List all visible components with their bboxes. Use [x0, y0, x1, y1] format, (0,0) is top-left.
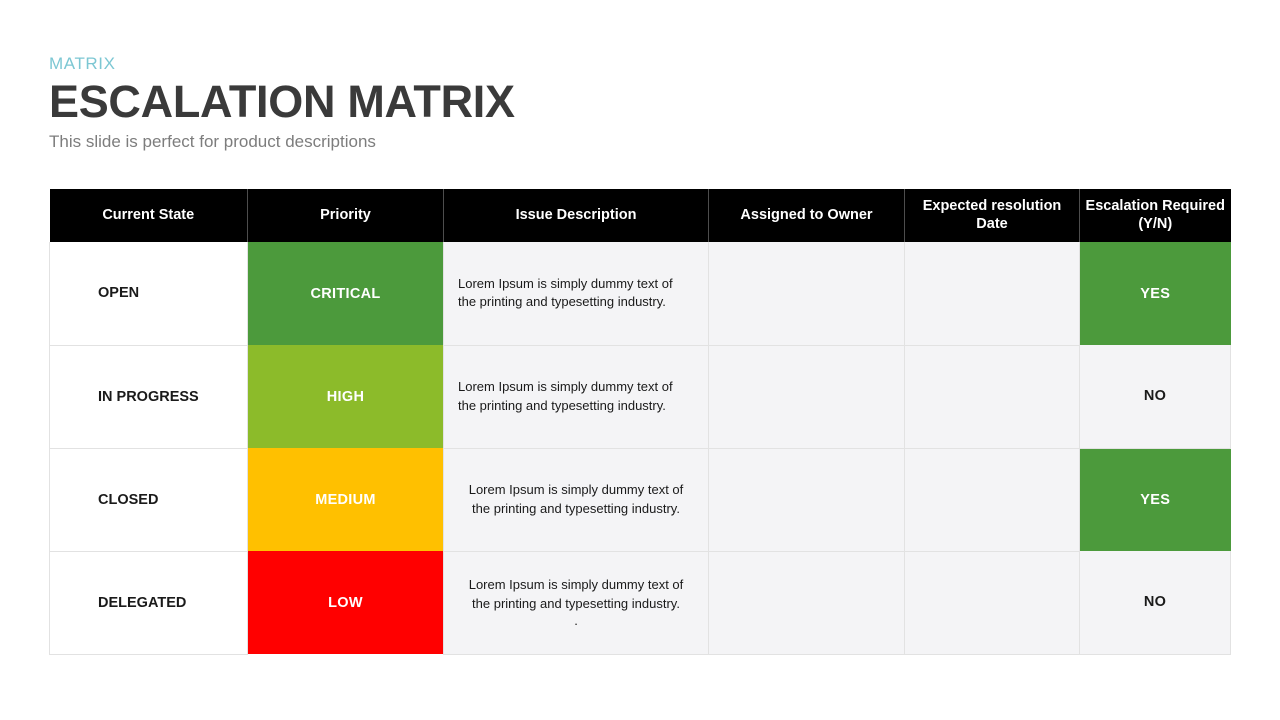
column-header-assigned-to-owner: Assigned to Owner — [708, 189, 905, 242]
cell-escalation-required: YES — [1079, 448, 1231, 551]
cell-issue-description: Lorem Ipsum is simply dummy text of the … — [443, 345, 709, 449]
cell-current-state: CLOSED — [49, 448, 248, 552]
page-title: ESCALATION MATRIX — [49, 76, 515, 128]
table-row: IN PROGRESS HIGH Lorem Ipsum is simply dum… — [49, 345, 1231, 449]
issue-description-text: Lorem Ipsum is simply dummy text of the … — [468, 577, 684, 611]
column-header-issue-description: Issue Description — [443, 189, 709, 242]
table-row: CLOSED MEDIUM Lorem Ipsum is simply dummy … — [49, 448, 1231, 552]
table-header: Current State Priority Issue Description… — [49, 189, 1231, 242]
column-header-expected-resolution-date: Expected resolution Date — [904, 189, 1080, 242]
table-row: OPEN CRITICAL Lorem Ipsum is simply dummy … — [49, 242, 1231, 346]
cell-issue-description: Lorem Ipsum is simply dummy text of the … — [443, 448, 709, 552]
issue-description-text: Lorem Ipsum is simply dummy text of the … — [458, 379, 673, 413]
slide: MATRIX ESCALATION MATRIX This slide is p… — [0, 0, 1280, 720]
table-body: OPEN CRITICAL Lorem Ipsum is simply dummy … — [49, 242, 1231, 655]
cell-priority-badge: HIGH — [247, 345, 444, 448]
issue-description-trailing-mark: . — [574, 612, 578, 628]
cell-escalation-required: NO — [1079, 551, 1231, 655]
page-subtitle: This slide is perfect for product descri… — [49, 131, 376, 151]
table-header-row: Current State Priority Issue Description… — [49, 189, 1231, 242]
cell-assigned-to-owner[interactable] — [708, 551, 905, 655]
issue-description-text: Lorem Ipsum is simply dummy text of the … — [458, 275, 673, 310]
cell-escalation-required: NO — [1079, 345, 1231, 449]
cell-priority-badge: MEDIUM — [247, 448, 444, 551]
cell-escalation-required: YES — [1079, 242, 1231, 345]
issue-description-text: Lorem Ipsum is simply dummy text of the … — [468, 482, 684, 516]
cell-assigned-to-owner[interactable] — [708, 448, 905, 552]
cell-current-state: OPEN — [49, 242, 248, 346]
column-header-priority: Priority — [247, 189, 444, 242]
column-header-current-state: Current State — [49, 189, 248, 242]
cell-assigned-to-owner[interactable] — [708, 345, 905, 449]
cell-current-state: IN PROGRESS — [49, 345, 248, 449]
eyebrow-label: MATRIX — [49, 54, 116, 73]
column-header-escalation-required: Escalation Required (Y/N) — [1079, 189, 1231, 242]
cell-expected-resolution-date[interactable] — [904, 242, 1080, 346]
cell-priority-badge: LOW — [247, 551, 444, 654]
cell-issue-description: Lorem Ipsum is simply dummy text of the … — [443, 551, 709, 655]
slide-header: MATRIX ESCALATION MATRIX This slide is p… — [49, 54, 1049, 152]
cell-priority-badge: CRITICAL — [247, 242, 444, 345]
escalation-matrix-table: Current State Priority Issue Description… — [49, 189, 1231, 655]
cell-assigned-to-owner[interactable] — [708, 242, 905, 346]
cell-expected-resolution-date[interactable] — [904, 551, 1080, 655]
cell-expected-resolution-date[interactable] — [904, 448, 1080, 552]
cell-expected-resolution-date[interactable] — [904, 345, 1080, 449]
table-row: DELEGATED LOW Lorem Ipsum is simply dummy … — [49, 551, 1231, 655]
cell-current-state: DELEGATED — [49, 551, 248, 655]
cell-issue-description: Lorem Ipsum is simply dummy text of the … — [443, 242, 709, 346]
